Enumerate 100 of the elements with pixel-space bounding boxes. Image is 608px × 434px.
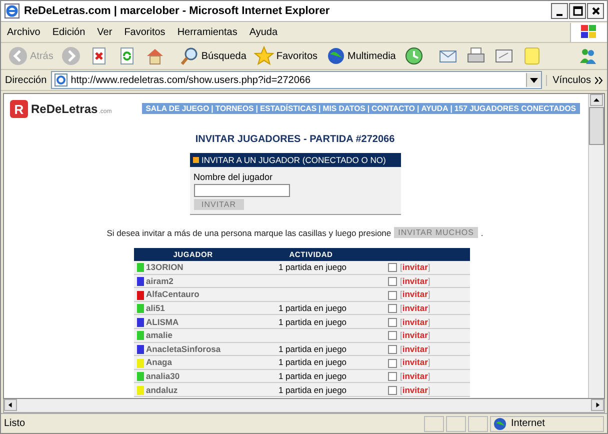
invite-link[interactable]: invitar xyxy=(402,316,428,327)
invite-link[interactable]: invitar xyxy=(402,330,428,340)
minimize-button[interactable] xyxy=(551,3,568,19)
window-title: ReDeLetras.com | marcelober - Microsoft Internet Explorer xyxy=(24,5,331,17)
scroll-right-icon xyxy=(591,399,604,411)
activity-text: 1 partida en juego xyxy=(278,357,347,368)
bracket-text: ] xyxy=(428,262,430,272)
checkbox[interactable] xyxy=(388,304,397,314)
invite-link[interactable]: invitar xyxy=(402,370,428,381)
zone-indicator: Internet xyxy=(490,416,604,432)
invite-many-button[interactable]: INVITAR MUCHOS xyxy=(394,227,478,238)
invite-link[interactable]: invitar xyxy=(402,357,428,368)
player-name[interactable]: Anaga xyxy=(146,357,172,368)
invite-link[interactable]: invitar xyxy=(402,344,428,354)
close-button[interactable] xyxy=(587,3,604,19)
activity-text: 1 partida en juego xyxy=(278,316,347,327)
bracket-text: [ xyxy=(400,302,402,313)
bracket-text: ] xyxy=(428,357,430,368)
bracket-text: [ xyxy=(400,357,402,368)
bracket-text: [ xyxy=(400,330,402,340)
activity-text: 1 partida en juego xyxy=(278,303,347,314)
page-icon xyxy=(54,73,68,87)
checkbox[interactable] xyxy=(388,263,397,272)
close-icon xyxy=(590,6,600,16)
bracket-text: ] xyxy=(428,370,430,381)
invite-link[interactable]: invitar xyxy=(402,262,428,272)
menu-item[interactable]: Archivo xyxy=(7,26,40,38)
player-name-field[interactable] xyxy=(194,184,290,197)
address-field[interactable]: http://www.redeletras.com/show.users.php?id=272066 xyxy=(50,71,542,89)
scroll-up-icon xyxy=(590,94,603,106)
search-button[interactable]: Búsqueda xyxy=(176,45,250,67)
search-icon xyxy=(179,46,200,66)
checkbox[interactable] xyxy=(388,386,397,395)
bracket-text: ] xyxy=(428,316,430,327)
chevron-icon xyxy=(595,76,603,84)
star-icon xyxy=(254,46,274,66)
bracket-text: ] xyxy=(428,384,430,395)
player-name[interactable]: airam2 xyxy=(146,276,174,286)
menu-item[interactable]: Herramientas xyxy=(177,26,238,38)
maximize-icon xyxy=(572,6,582,16)
bracket-text: [ xyxy=(400,384,402,395)
checkbox[interactable] xyxy=(388,331,397,340)
invite-link[interactable]: invitar xyxy=(402,276,428,286)
bracket-text: ] xyxy=(428,302,430,313)
instruction-text: Si desea invitar a más de una persona marque las casillas y luego presione xyxy=(106,228,392,238)
status-text: Listo xyxy=(4,418,26,429)
links-button[interactable]: Vínculos xyxy=(546,74,591,86)
period-text: . xyxy=(480,228,484,238)
checkbox[interactable] xyxy=(388,372,397,382)
horizontal-scrollbar[interactable] xyxy=(3,399,605,413)
activity-text: 1 partida en juego xyxy=(278,384,347,395)
favorites-button[interactable]: Favoritos xyxy=(251,45,321,67)
bracket-text: [ xyxy=(400,316,402,327)
checkbox[interactable] xyxy=(388,344,397,354)
maximize-button[interactable] xyxy=(569,3,586,19)
player-name[interactable]: amalie xyxy=(146,330,172,340)
player-name[interactable]: ali51 xyxy=(146,302,165,313)
menu-item[interactable]: Ayuda xyxy=(249,26,278,38)
media-button[interactable]: Multimedia xyxy=(322,45,399,67)
house-icon xyxy=(145,46,166,66)
status-pane xyxy=(446,416,466,432)
bracket-text: ] xyxy=(428,330,430,340)
bracket-text: ] xyxy=(428,289,430,300)
activity-text: 1 partida en juego xyxy=(278,344,347,354)
checkbox[interactable] xyxy=(388,318,397,327)
vertical-scrollbar[interactable] xyxy=(588,94,604,398)
menu-item[interactable]: Edición xyxy=(52,26,86,38)
activity-text: 1 partida en juego xyxy=(278,371,347,382)
checkbox[interactable] xyxy=(388,290,397,300)
menu-item[interactable]: Favoritos xyxy=(124,26,166,38)
status-pane xyxy=(468,416,488,432)
checkbox[interactable] xyxy=(388,358,397,368)
bracket-text: [ xyxy=(400,262,402,272)
scroll-thumb[interactable] xyxy=(589,107,604,145)
globe-icon xyxy=(326,46,346,66)
bullet-icon xyxy=(192,157,198,163)
bracket-text: [ xyxy=(400,289,402,300)
invite-link[interactable]: invitar xyxy=(402,302,428,313)
clock-icon xyxy=(404,46,424,66)
address-label: Dirección xyxy=(5,74,47,86)
status-pane xyxy=(424,416,444,432)
checkbox[interactable] xyxy=(388,277,397,286)
invite-link[interactable]: invitar xyxy=(402,384,428,395)
invite-link[interactable]: invitar xyxy=(402,289,428,300)
dropdown-icon xyxy=(526,73,541,87)
invite-button[interactable]: INVITAR xyxy=(194,199,244,210)
field-label: Nombre del jugador xyxy=(194,172,273,182)
scroll-left-icon xyxy=(4,399,17,411)
bracket-text: [ xyxy=(400,370,402,381)
page-title: INVITAR JUGADORES - PARTIDA #272066 xyxy=(194,134,396,145)
bracket-text: ] xyxy=(428,276,430,286)
bracket-text: ] xyxy=(428,344,430,354)
people-icon xyxy=(578,46,598,66)
menu-item[interactable]: Ver xyxy=(97,26,112,38)
note-icon xyxy=(522,46,542,66)
minimize-icon xyxy=(556,14,563,16)
panel-header: INVITAR A UN JUGADOR (CONECTADO O NO) xyxy=(190,153,400,167)
activity-text: 1 partida en juego xyxy=(278,262,347,272)
globe-icon xyxy=(493,416,507,430)
bracket-text: [ xyxy=(400,344,402,354)
